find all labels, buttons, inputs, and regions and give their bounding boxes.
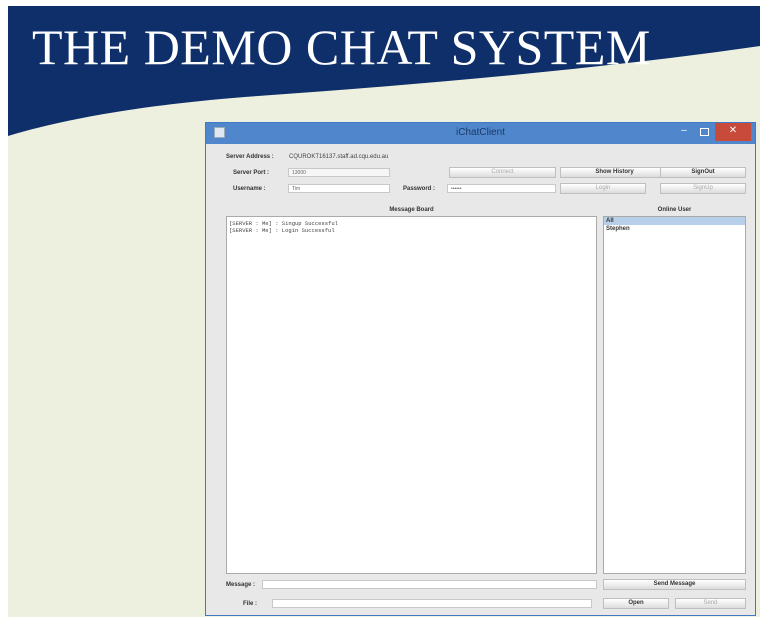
server-address-label: Server Address :	[226, 154, 274, 160]
signout-button[interactable]: SignOut	[660, 167, 746, 178]
window-title: iChatClient	[456, 127, 505, 138]
show-history-button[interactable]: Show History	[560, 167, 669, 178]
message-label: Message :	[226, 582, 256, 588]
maximize-icon	[699, 128, 709, 136]
user-item-stephen[interactable]: Stephen	[604, 225, 745, 233]
minimize-button[interactable]: –	[676, 123, 692, 141]
server-port-label: Server Port :	[233, 170, 270, 176]
password-field[interactable]: ••••••	[447, 184, 556, 193]
chat-client-window: iChatClient – ✕ Server Address : CQUROKT…	[205, 122, 756, 616]
close-button[interactable]: ✕	[715, 123, 751, 141]
slide: THE DEMO CHAT SYSTEM iChatClient – ✕ Ser…	[8, 6, 760, 617]
username-label: Username :	[233, 186, 266, 192]
signup-button[interactable]: SignUp	[660, 183, 746, 194]
message-line: [SERVER : Me] : Login Successful	[229, 227, 335, 234]
window-titlebar[interactable]: iChatClient – ✕	[206, 123, 755, 144]
username-field[interactable]: Tim	[288, 184, 390, 193]
connect-button[interactable]: Connect	[449, 167, 556, 178]
user-item-all[interactable]: All	[604, 217, 745, 225]
login-button[interactable]: Login	[560, 183, 646, 194]
open-button[interactable]: Open	[603, 598, 669, 609]
message-board[interactable]: [SERVER : Me] : Singup Successful [SERVE…	[226, 216, 597, 574]
message-input[interactable]	[262, 580, 597, 589]
maximize-button[interactable]	[696, 123, 712, 141]
message-line: [SERVER : Me] : Singup Successful	[229, 220, 338, 227]
send-file-button[interactable]: Send	[675, 598, 746, 609]
file-path-field[interactable]	[272, 599, 592, 608]
online-user-title: Online User	[657, 207, 692, 213]
server-address-value: CQUROKT16137.staff.ad.cqu.edu.au	[289, 154, 389, 160]
server-port-field[interactable]: 13000	[288, 168, 390, 177]
online-user-list[interactable]: All Stephen	[603, 216, 746, 574]
send-message-button[interactable]: Send Message	[603, 579, 746, 590]
file-label: File :	[243, 601, 258, 607]
slide-title: THE DEMO CHAT SYSTEM	[32, 19, 651, 75]
password-label: Password :	[403, 186, 436, 192]
message-board-title: Message Board	[389, 207, 434, 213]
